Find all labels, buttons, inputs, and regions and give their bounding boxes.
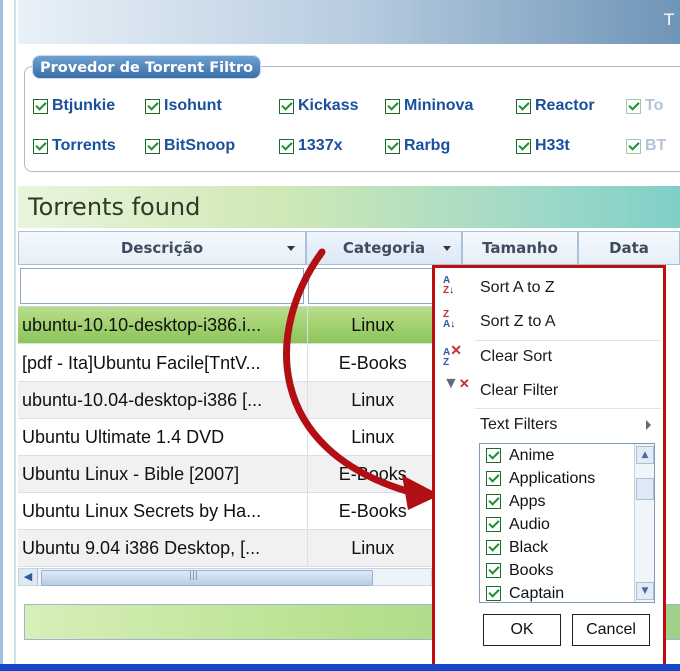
checkbox-icon: [516, 98, 531, 114]
column-header-data[interactable]: Data: [578, 231, 680, 265]
checkbox-icon[interactable]: [486, 563, 501, 578]
provider-checkbox-h33t[interactable]: H33t: [516, 135, 570, 157]
checkbox-icon: [516, 138, 531, 154]
provider-checkbox-rarbg[interactable]: Rarbg: [385, 135, 450, 157]
horizontal-scrollbar[interactable]: ◀ |||: [18, 568, 432, 586]
left-border: [0, 0, 3, 671]
checkbox-icon: [145, 98, 160, 114]
checkbox-icon[interactable]: [486, 586, 501, 601]
provider-checkbox-reactor[interactable]: Reactor: [516, 95, 595, 117]
provider-checkbox-btjunkie[interactable]: Btjunkie: [33, 95, 115, 117]
taskbar-strip: [0, 664, 680, 671]
scroll-down-icon[interactable]: ▼: [636, 582, 654, 600]
scrollbar-thumb[interactable]: [41, 570, 373, 586]
provider-checkbox-mininova[interactable]: Mininova: [385, 95, 473, 117]
checkbox-icon: [33, 138, 48, 154]
descricao-filter-input[interactable]: [20, 268, 304, 304]
window-title-bar: T: [18, 0, 680, 44]
menu-item-text-filters[interactable]: Text Filters: [435, 408, 663, 442]
checkbox-icon[interactable]: [486, 448, 501, 463]
scrollbar-thumb[interactable]: [636, 478, 654, 500]
column-filter-menu: A Z↓ Sort A to Z Z A↓ Sort Z to A A✕ Z Clea…: [432, 265, 666, 669]
menu-item-sort-a-to-z[interactable]: A Z↓ Sort A to Z: [435, 271, 663, 305]
filter-value-black[interactable]: Black: [480, 536, 630, 559]
filter-value-captain[interactable]: Captain: [480, 582, 630, 602]
provider-checkbox-kickass[interactable]: Kickass: [279, 95, 359, 117]
filter-values-list[interactable]: Anime Applications Apps Audio Black Book…: [479, 443, 655, 603]
filter-value-applications[interactable]: Applications: [480, 467, 630, 490]
checkbox-icon: [33, 98, 48, 114]
provider-checkbox-partial-2[interactable]: BT: [626, 135, 680, 157]
results-title: Torrents found: [18, 186, 680, 228]
column-header-tamanho[interactable]: Tamanho: [462, 231, 578, 265]
checkbox-icon: [279, 98, 294, 114]
checkbox-icon: [279, 138, 294, 154]
checkbox-icon: [626, 138, 641, 154]
checkbox-icon[interactable]: [486, 517, 501, 532]
checkbox-icon: [385, 98, 400, 114]
provider-checkbox-bitsnoop[interactable]: BitSnoop: [145, 135, 235, 157]
checkbox-icon[interactable]: [486, 494, 501, 509]
sort-ascending-icon: A Z↓: [443, 275, 455, 296]
cancel-button[interactable]: Cancel: [572, 614, 650, 646]
table-row[interactable]: Ubuntu 9.04 i386 Desktop, [... Linux: [18, 530, 438, 567]
clear-sort-icon: A✕ Z: [443, 342, 462, 368]
submenu-arrow-icon: [646, 420, 651, 430]
window-title: T: [664, 10, 674, 29]
provider-checkbox-partial-1[interactable]: To: [626, 95, 680, 117]
filter-value-books[interactable]: Books: [480, 559, 630, 582]
left-border-inner: [14, 0, 16, 671]
scroll-left-icon[interactable]: ◀: [19, 569, 38, 585]
checkbox-icon: [145, 138, 160, 154]
filter-value-audio[interactable]: Audio: [480, 513, 630, 536]
clear-filter-icon: ▼✕: [443, 375, 470, 392]
checkbox-icon: [626, 98, 641, 114]
provider-filter-legend: Provedor de Torrent Filtro: [32, 55, 262, 79]
provider-checkbox-isohunt[interactable]: Isohunt: [145, 95, 222, 117]
provider-checkbox-1337x[interactable]: 1337x: [279, 135, 343, 157]
checkbox-icon: [385, 138, 400, 154]
checkbox-icon[interactable]: [486, 471, 501, 486]
checkbox-icon[interactable]: [486, 540, 501, 555]
scroll-up-icon[interactable]: ▲: [636, 446, 654, 464]
vertical-scrollbar[interactable]: ▲ ▼: [634, 444, 654, 602]
scrollbar-grip-icon: |||: [189, 571, 199, 581]
sort-descending-icon: Z A↓: [443, 309, 456, 330]
ok-button[interactable]: OK: [483, 614, 561, 646]
menu-item-clear-filter[interactable]: ▼✕ Clear Filter: [435, 374, 663, 408]
provider-filter-group: [24, 66, 680, 172]
filter-value-apps[interactable]: Apps: [480, 490, 630, 513]
column-header-descricao[interactable]: Descrição: [18, 231, 306, 265]
annotation-arrow-line: [283, 248, 414, 496]
filter-value-anime[interactable]: Anime: [480, 444, 630, 467]
menu-item-clear-sort[interactable]: A✕ Z Clear Sort: [435, 340, 663, 374]
menu-item-sort-z-to-a[interactable]: Z A↓ Sort Z to A: [435, 305, 663, 339]
provider-checkbox-torrents[interactable]: Torrents: [33, 135, 116, 157]
